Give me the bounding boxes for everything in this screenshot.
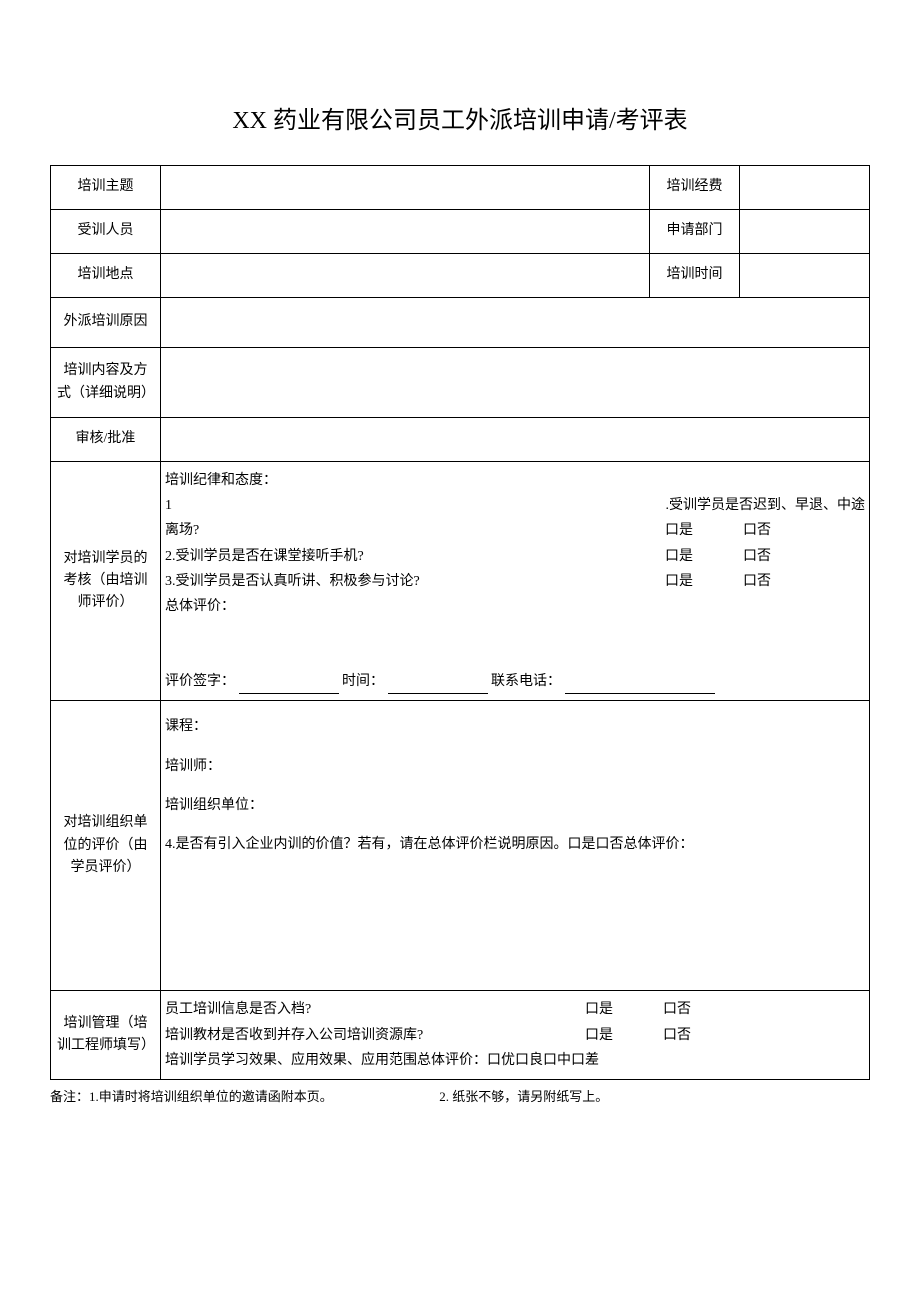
value-location[interactable]	[161, 254, 650, 298]
q2-no[interactable]: 口否	[743, 544, 771, 569]
overall-label: 总体评价：	[165, 594, 865, 619]
row-trainee: 受训人员 申请部门	[51, 210, 870, 254]
value-approve[interactable]	[161, 418, 870, 462]
phone-blank[interactable]	[565, 680, 715, 694]
mgmt-q2: 培训教材是否收到并存入公司培训资源库?	[165, 1023, 585, 1048]
label-time: 培训时间	[650, 254, 740, 298]
label-approve: 审核/批准	[51, 418, 161, 462]
row-content: 培训内容及方式（详细说明）	[51, 348, 870, 418]
row-reason: 外派培训原因	[51, 298, 870, 348]
course-label: 课程：	[165, 707, 865, 746]
mgmt-q2-yes[interactable]: 口是	[585, 1023, 613, 1048]
time-blank[interactable]	[388, 680, 488, 694]
page-title: XX 药业有限公司员工外派培训申请/考评表	[50, 100, 870, 135]
label-topic: 培训主题	[51, 166, 161, 210]
value-fee[interactable]	[740, 166, 870, 210]
value-mgmt[interactable]: 员工培训信息是否入档? 口是 口否 培训教材是否收到并存入公司培训资源库? 口是…	[161, 991, 870, 1080]
mgmt-q1-no[interactable]: 口否	[663, 997, 691, 1022]
q1-no[interactable]: 口否	[743, 518, 771, 543]
q2-text: 2.受训学员是否在课堂接听手机?	[165, 544, 665, 569]
discipline-heading: 培训纪律和态度：	[165, 468, 865, 493]
form-table: 培训主题 培训经费 受训人员 申请部门 培训地点 培训时间 外派培训原因 培训内…	[50, 165, 870, 1080]
q3-text: 3.受训学员是否认真听讲、积极参与讨论?	[165, 569, 665, 594]
org-label: 培训组织单位：	[165, 786, 865, 825]
q1-text: .受训学员是否迟到、早退、中途	[666, 493, 866, 518]
value-reason[interactable]	[161, 298, 870, 348]
label-reason: 外派培训原因	[51, 298, 161, 348]
value-student-eval[interactable]: 课程： 培训师： 培训组织单位： 4.是否有引入企业内训的价值？若有，请在总体评…	[161, 701, 870, 991]
footnote-1: 备注：1.申请时将培训组织单位的邀请函附本页。	[50, 1089, 333, 1104]
label-trainee: 受训人员	[51, 210, 161, 254]
q2-yes[interactable]: 口是	[665, 544, 693, 569]
label-location: 培训地点	[51, 254, 161, 298]
mgmt-q3: 培训学员学习效果、应用效果、应用范围总体评价：口优口良口中口差	[165, 1048, 865, 1073]
time-prefix: 时间：	[342, 674, 384, 689]
label-mgmt: 培训管理（培训工程师填写）	[51, 991, 161, 1080]
phone-prefix: 联系电话：	[491, 674, 561, 689]
row-student-eval: 对培训组织单位的评价（由学员评价） 课程： 培训师： 培训组织单位： 4.是否有…	[51, 701, 870, 991]
value-topic[interactable]	[161, 166, 650, 210]
label-trainer-eval: 对培训学员的考核（由培训师评价）	[51, 462, 161, 701]
q3-yes[interactable]: 口是	[665, 569, 693, 594]
value-content[interactable]	[161, 348, 870, 418]
q1-num: 1	[165, 493, 172, 518]
label-content: 培训内容及方式（详细说明）	[51, 348, 161, 418]
row-mgmt: 培训管理（培训工程师填写） 员工培训信息是否入档? 口是 口否 培训教材是否收到…	[51, 991, 870, 1080]
value-time[interactable]	[740, 254, 870, 298]
label-dept: 申请部门	[650, 210, 740, 254]
row-topic: 培训主题 培训经费	[51, 166, 870, 210]
footnote-2: 2. 纸张不够，请另附纸写上。	[439, 1089, 608, 1104]
row-location: 培训地点 培训时间	[51, 254, 870, 298]
trainer-label: 培训师：	[165, 747, 865, 786]
label-student-eval: 对培训组织单位的评价（由学员评价）	[51, 701, 161, 991]
row-approve: 审核/批准	[51, 418, 870, 462]
q1-line2: 离场?	[165, 518, 665, 543]
mgmt-q1-yes[interactable]: 口是	[585, 997, 613, 1022]
sig-prefix: 评价签字：	[165, 674, 235, 689]
row-trainer-eval: 对培训学员的考核（由培训师评价） 培训纪律和态度： 1 .受训学员是否迟到、早退…	[51, 462, 870, 701]
value-trainer-eval[interactable]: 培训纪律和态度： 1 .受训学员是否迟到、早退、中途 离场? 口是 口否 2.受…	[161, 462, 870, 701]
sig-blank[interactable]	[239, 680, 339, 694]
value-dept[interactable]	[740, 210, 870, 254]
q1-yes[interactable]: 口是	[665, 518, 693, 543]
label-fee: 培训经费	[650, 166, 740, 210]
mgmt-q1: 员工培训信息是否入档?	[165, 997, 585, 1022]
mgmt-q2-no[interactable]: 口否	[663, 1023, 691, 1048]
q4-text: 4.是否有引入企业内训的价值？若有，请在总体评价栏说明原因。口是口否总体评价：	[165, 825, 865, 864]
signature-line: 评价签字： 时间： 联系电话：	[165, 669, 865, 694]
q3-no[interactable]: 口否	[743, 569, 771, 594]
value-trainee[interactable]	[161, 210, 650, 254]
footnote: 备注：1.申请时将培训组织单位的邀请函附本页。 2. 纸张不够，请另附纸写上。	[50, 1086, 870, 1105]
